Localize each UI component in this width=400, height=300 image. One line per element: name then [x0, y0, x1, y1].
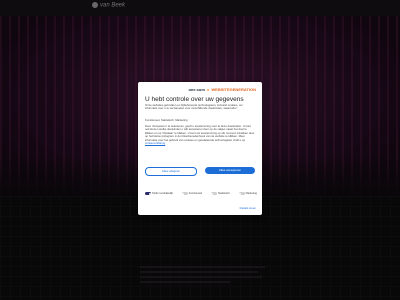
- toggle-label: Functioneel: [188, 192, 203, 195]
- brand-separator: x: [207, 87, 210, 92]
- consent-body-2-text: Door 'Accepteren' te selecteren, geeft u…: [145, 124, 255, 142]
- toggle-functional[interactable]: Functioneel: [181, 192, 203, 195]
- consent-body: Onze websites gebruiken en bijbehorende …: [145, 103, 243, 111]
- brand-generation: WEBSITEGENERATION: [211, 87, 256, 92]
- show-details-link[interactable]: Details tonen: [240, 206, 256, 210]
- toggle-label: Statistisch: [217, 192, 230, 195]
- consent-brand: one.com x WEBSITEGENERATION: [188, 87, 256, 92]
- toggle-switch-icon[interactable]: [145, 192, 151, 195]
- toggle-label: Strikt noodzakelijk: [152, 192, 173, 195]
- reject-all-button[interactable]: Alles afwijzen: [145, 167, 197, 176]
- toggle-strictly-necessary[interactable]: Strikt noodzakelijk: [145, 192, 173, 195]
- toggle-statistics[interactable]: Statistisch: [210, 192, 230, 195]
- consent-toggles: Strikt noodzakelijk Functioneel Statisti…: [145, 192, 257, 195]
- cookie-policy-link[interactable]: cookieverklaring: [145, 141, 165, 145]
- toggle-switch-icon[interactable]: [181, 192, 188, 195]
- consent-body-2: Door 'Accepteren' te selecteren, geeft u…: [145, 124, 255, 145]
- brand-one: one.com: [188, 87, 205, 92]
- toggle-switch-icon[interactable]: [238, 192, 245, 195]
- cookie-consent-dialog: one.com x WEBSITEGENERATION U hebt contr…: [138, 82, 262, 215]
- consent-title: U hebt controle over uw gegevens: [145, 96, 244, 103]
- toggle-switch-icon[interactable]: [210, 192, 217, 195]
- toggle-marketing[interactable]: Marketing: [238, 192, 257, 195]
- accept-all-button[interactable]: Alles accepteren: [205, 167, 255, 174]
- toggle-label: Marketing: [245, 192, 257, 195]
- page: van Beek one.com x WEBSITEGENERATION U h…: [0, 0, 400, 300]
- consent-purposes: Functioneel, Statistisch, Marketing: [145, 118, 188, 122]
